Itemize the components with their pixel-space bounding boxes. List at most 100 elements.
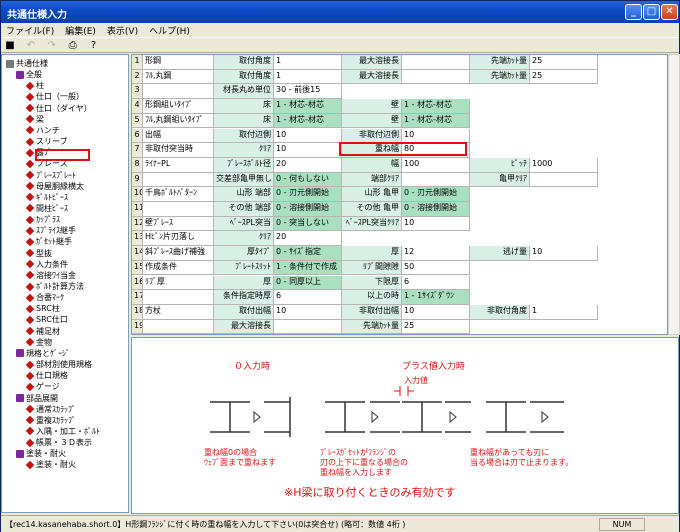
field-value[interactable]: 6 <box>274 290 342 305</box>
save-icon[interactable]: ■ <box>3 39 17 52</box>
tree-node[interactable]: 重複ｽｶﾗｯﾌﾟ <box>25 415 76 426</box>
menu-item-3[interactable]: ヘルプ(H) <box>144 23 196 37</box>
help-icon[interactable]: ? <box>87 39 101 52</box>
field-value[interactable]: 1 - 材芯-材芯 <box>402 99 470 114</box>
tree-node[interactable]: ﾎﾞﾙﾄ計算方法 <box>25 281 84 292</box>
tree-view[interactable]: 共通仕様 全般柱仕口（一般） 仕口（ダイヤ）梁ハンチ スリーブ 露ﾌﾞ ブレース ﾌﾞﾚｰｽ… <box>1 54 129 513</box>
item-icon <box>25 427 35 436</box>
field-value[interactable]: 25 <box>530 55 598 70</box>
field-value[interactable]: 10 <box>402 128 470 144</box>
field-value[interactable]: 10 <box>274 143 342 158</box>
row-label: ﾘﾌﾞ厚 <box>143 275 214 291</box>
field-value[interactable]: 1 - 条件付で作成 <box>274 260 342 276</box>
tree-node[interactable]: 全般 <box>16 69 42 80</box>
tree-node[interactable]: 部材別使用規格 <box>25 359 92 370</box>
field-value[interactable]: 10 <box>402 304 470 320</box>
tree-node[interactable]: 仕口（ダイヤ） <box>25 103 92 114</box>
item-icon <box>25 338 35 347</box>
tree-node[interactable]: 通常ｽｶﾗｯﾌﾟ <box>25 404 76 415</box>
field-value[interactable]: 1 <box>530 304 598 320</box>
undo-icon[interactable]: ↶ <box>24 39 38 52</box>
menu-item-0[interactable]: ファイル(F) <box>1 23 60 37</box>
field-value[interactable]: 25 <box>402 319 470 334</box>
diagram-label-zero: ０入力時 <box>234 362 271 372</box>
field-value[interactable] <box>402 69 470 85</box>
tree-node[interactable]: 梁 <box>25 114 44 125</box>
field-value[interactable]: 0 - 刃元側開始 <box>274 187 342 202</box>
tree-node[interactable]: 仕口（一般） <box>25 91 84 102</box>
tree-node[interactable]: 入隅・加工・ﾎﾞﾙﾄ <box>25 426 100 437</box>
field-value[interactable]: 30 - 前後15 <box>274 84 342 100</box>
menu-item-1[interactable]: 編集(E) <box>60 23 102 37</box>
diagram-footer: ※H梁に取り付くときのみ有効です <box>284 486 456 499</box>
field-value[interactable]: 25 <box>530 69 598 85</box>
tree-node[interactable]: ゲージ <box>25 381 60 392</box>
field-value[interactable]: 1 - 1ｻｲｽﾞﾀﾞｳﾝ <box>402 290 470 305</box>
tree-node[interactable]: 仕口規格 <box>25 370 68 381</box>
tree-node[interactable]: 型抜 <box>25 248 52 259</box>
tree-node[interactable]: 溶接ﾜｲ当金 <box>25 270 76 281</box>
field-value[interactable]: 50 <box>402 260 470 276</box>
field-value[interactable]: 10 <box>402 216 470 232</box>
field-value[interactable]: 0 - 何もしない <box>274 172 342 188</box>
field-value[interactable] <box>530 172 598 188</box>
field-value[interactable]: 20 <box>274 231 342 247</box>
tree-node[interactable]: スリーブ <box>25 136 68 147</box>
field-value[interactable]: 10 <box>274 304 342 320</box>
maximize-button[interactable]: □ <box>643 4 660 20</box>
field-value[interactable]: 1 <box>274 55 342 70</box>
field-value[interactable]: 0 - 溶接側開始 <box>274 202 342 217</box>
item-icon <box>25 282 35 291</box>
field-value[interactable]: 1000 <box>530 157 598 173</box>
redo-icon[interactable]: ↷ <box>45 39 59 52</box>
menu-item-2[interactable]: 表示(V) <box>102 23 144 37</box>
tree-node[interactable]: ﾌﾞﾚｰｽﾌﾟﾚｰﾄ <box>25 170 76 181</box>
field-value[interactable]: 1 - 材芯-材芯 <box>402 113 470 129</box>
tree-node[interactable]: SRC柱 <box>25 303 60 314</box>
item-icon <box>25 137 35 146</box>
minimize-button[interactable]: _ <box>625 4 642 20</box>
field-value[interactable]: 1 - 材芯-材芯 <box>274 99 342 114</box>
tree-node[interactable]: 帳票・３Ｄ表示 <box>25 437 92 448</box>
tree-node[interactable]: ｶﾞｾｯﾄ継手 <box>25 236 72 247</box>
tree-node[interactable]: 金物 <box>25 337 52 348</box>
item-icon <box>25 326 35 336</box>
field-value[interactable]: 100 <box>402 157 470 173</box>
tree-node[interactable]: 規格とｹﾞｰｼﾞ <box>16 348 70 359</box>
tree-node[interactable]: 塗装・耐火 <box>16 448 66 459</box>
field-value[interactable]: 20 <box>274 157 342 173</box>
tree-node[interactable]: ハンチ <box>25 125 60 136</box>
field-value[interactable] <box>402 55 470 70</box>
tree-node[interactable]: ｷﾞﾙﾄﾋﾟｰｽ <box>25 192 68 203</box>
field-value[interactable] <box>274 319 342 334</box>
tree-node[interactable]: 間柱ﾋﾟｰｽ <box>25 203 68 214</box>
tree-node[interactable]: 柱 <box>25 80 44 91</box>
field-value[interactable]: 0 - 刃元側開始 <box>402 187 470 202</box>
field-value[interactable] <box>402 172 470 188</box>
tree-node[interactable]: ｶｯﾌﾟﾗｽ <box>25 214 60 225</box>
settings-grid[interactable]: 1 形鋼 取付角度 1 最大溶接長 先端ｶｯﾄ量 25 2 ﾌﾙ,丸鋼 取付角度 1 最大溶接長 先端ｶ… <box>131 54 668 335</box>
tree-node[interactable]: 入力条件 <box>25 259 68 270</box>
tree-node[interactable]: 部品展開 <box>16 393 58 404</box>
tree-node[interactable]: ｽﾌﾟﾗｲｽ継手 <box>25 225 76 236</box>
field-value[interactable]: 12 <box>402 246 470 261</box>
tree-node[interactable]: 共通仕様 <box>6 58 48 69</box>
tree-node-label: 規格とｹﾞｰｼﾞ <box>26 348 70 358</box>
field-value[interactable]: 6 <box>402 275 470 291</box>
field-value[interactable]: 10 <box>274 128 342 144</box>
tree-node[interactable]: 合番ﾏｰｸ <box>25 292 64 303</box>
grid-scrollbar[interactable] <box>668 54 680 335</box>
field-value[interactable]: 10 <box>530 246 598 261</box>
field-value[interactable]: 1 - 材芯-材芯 <box>274 113 342 129</box>
field-value[interactable]: 0 - ｻｲｽﾞ指定 <box>274 246 342 261</box>
field-value[interactable]: 0 - 溶接側開始 <box>402 202 470 217</box>
field-value[interactable]: 0 - 突当しない <box>274 216 342 232</box>
field-value[interactable]: 1 <box>274 69 342 85</box>
tree-node[interactable]: 補足材 <box>25 326 60 337</box>
close-button[interactable]: ✕ <box>661 4 678 20</box>
tree-node[interactable]: 母屋胴縁横太 <box>25 181 84 192</box>
tree-node[interactable]: SRC仕口 <box>25 314 68 325</box>
tree-node[interactable]: 塗装・耐火 <box>25 459 76 470</box>
print-icon[interactable]: ⎙ <box>66 39 80 52</box>
field-value[interactable]: 0 - 同厚以上 <box>274 275 342 291</box>
